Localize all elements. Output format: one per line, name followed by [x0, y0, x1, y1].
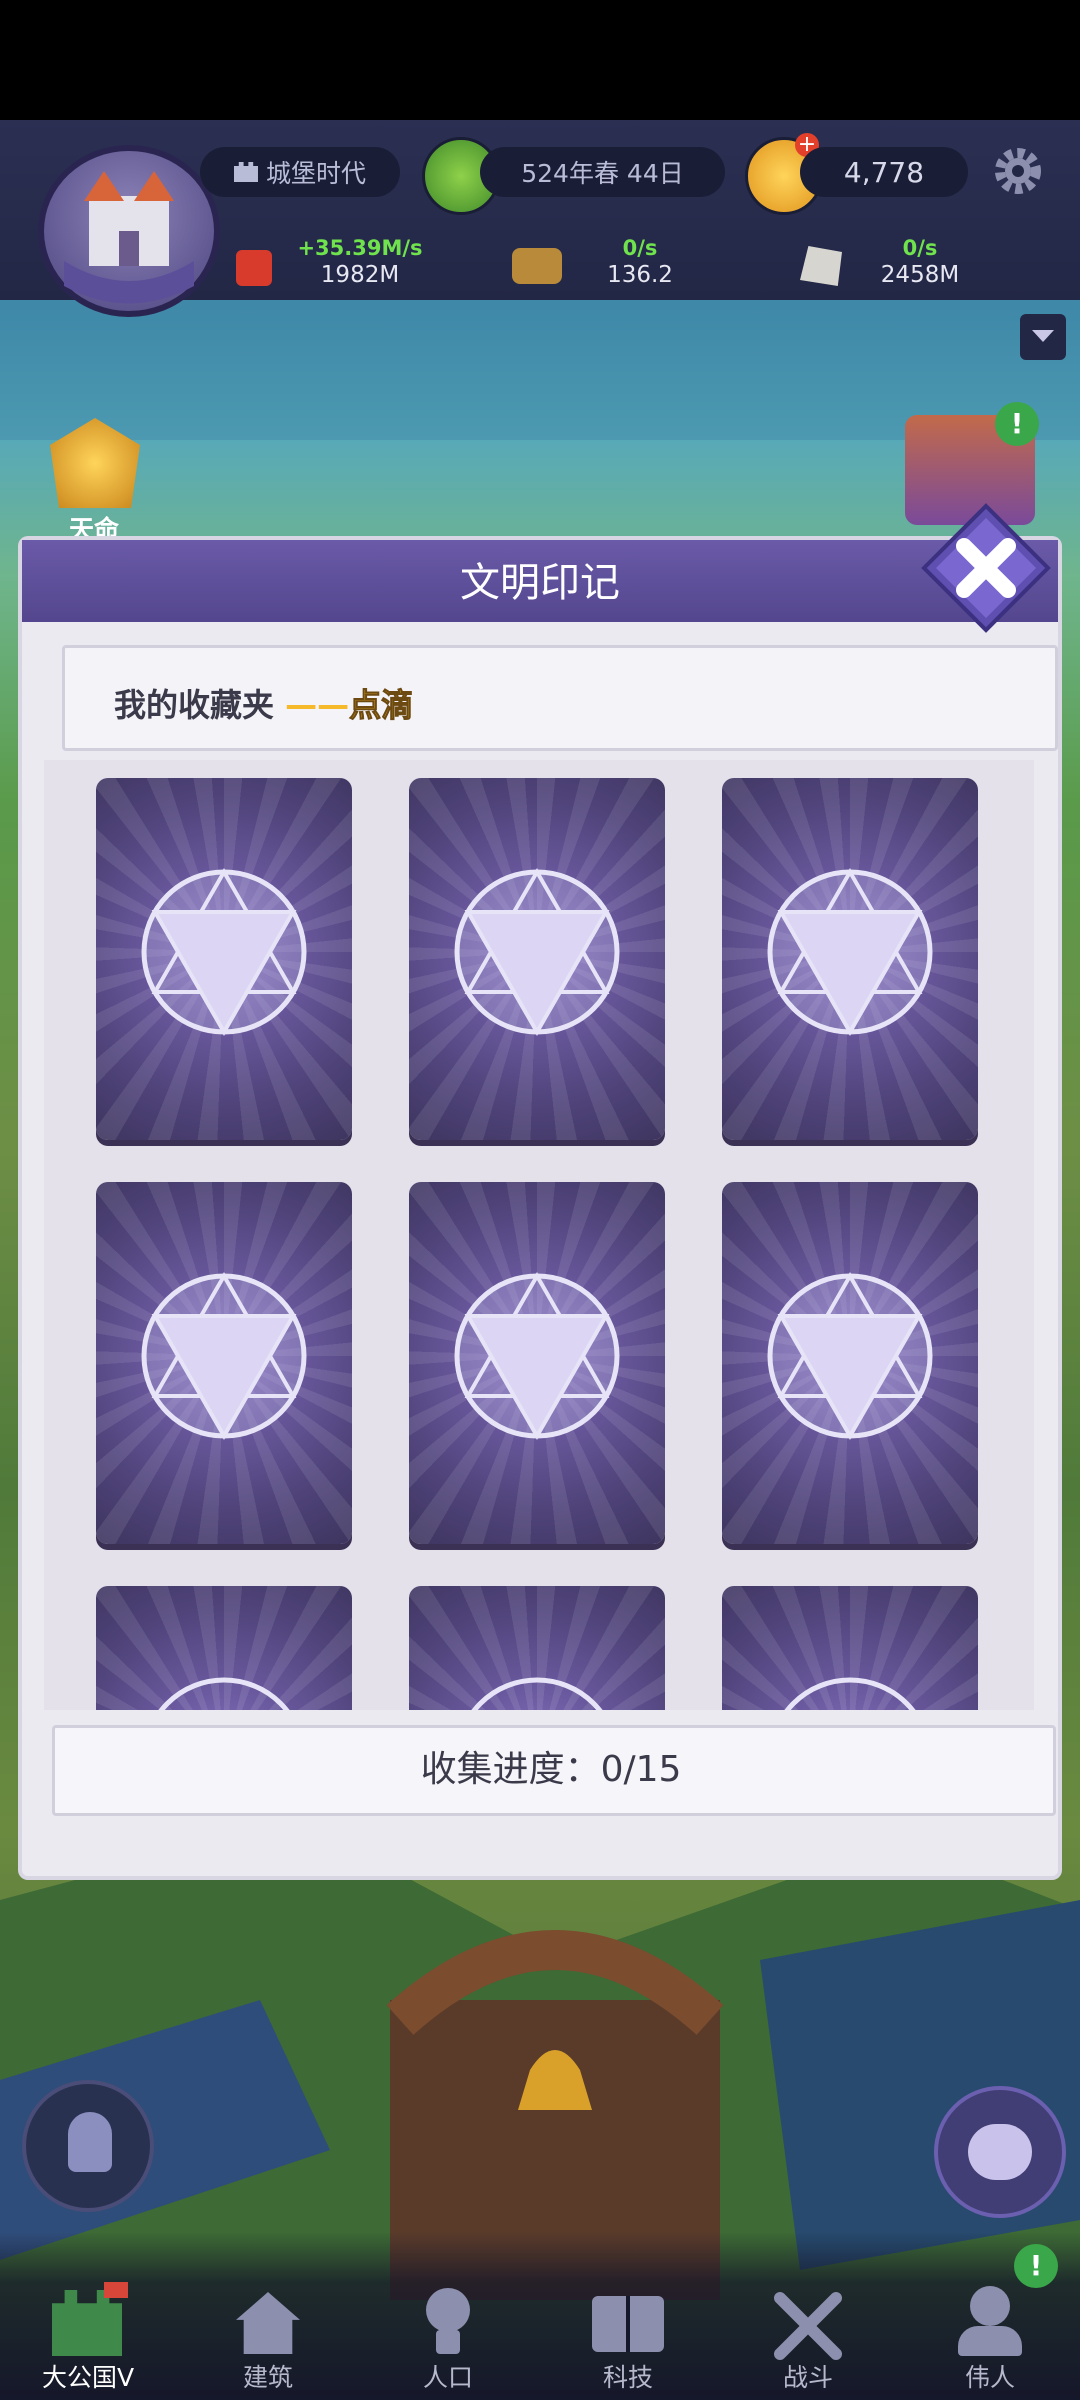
coins-pill[interactable]: 4,778 — [800, 147, 968, 197]
mark-card[interactable] — [409, 778, 665, 1140]
house-icon — [236, 2292, 300, 2354]
mark-card[interactable] — [96, 1182, 352, 1544]
resource-2-value: 136.2 — [607, 262, 673, 288]
nav-alert-badge-icon: ! — [1014, 2244, 1058, 2288]
card-grid — [44, 760, 1034, 1710]
hexagram-emblem-icon — [767, 1271, 933, 1441]
resource-2-rate: 0/s — [622, 236, 658, 260]
hexagram-emblem-icon — [784, 1677, 916, 1710]
coins-value: 4,778 — [843, 155, 925, 189]
hexagram-emblem-icon — [141, 1271, 307, 1441]
food-resource-icon — [236, 250, 272, 286]
cat-face-icon — [968, 2124, 1032, 2180]
ribbon-prefix: 我的收藏夹 — [114, 686, 275, 724]
settings-gear-icon[interactable] — [992, 145, 1044, 197]
dialog-title: 文明印记 — [460, 560, 620, 606]
bust-icon — [970, 2286, 1010, 2326]
nav-technology-label: 科技 — [602, 2363, 653, 2392]
people-icon — [68, 2112, 112, 2172]
castle-flag-icon — [104, 2282, 128, 2298]
hexagram-emblem-icon — [141, 867, 307, 1037]
mark-card[interactable] — [409, 1586, 665, 1710]
nav-population-label: 人口 — [422, 2363, 473, 2392]
collapse-toggle-button[interactable] — [1020, 314, 1066, 360]
hexagram-emblem-icon — [454, 1271, 620, 1441]
bottom-navigation — [0, 2232, 1080, 2400]
mark-card[interactable] — [409, 1182, 665, 1544]
nav-duchy-label: 大公国V — [41, 2363, 135, 2392]
nav-population[interactable]: 人口 — [378, 2282, 518, 2400]
chat-button[interactable] — [22, 2080, 154, 2212]
nav-buildings[interactable]: 建筑 — [198, 2282, 338, 2400]
hexagram-emblem-icon — [471, 1677, 603, 1710]
nav-battle-label: 战斗 — [782, 2363, 833, 2392]
castle-avatar[interactable] — [38, 145, 220, 317]
era-label: 城堡时代 — [265, 159, 366, 188]
castle-icon — [52, 2290, 122, 2356]
wood-resource-icon — [512, 248, 562, 284]
nav-duchy[interactable]: 大公国V — [18, 2282, 158, 2400]
resource-1-rate: +35.39M/s — [297, 236, 423, 260]
nav-technology[interactable]: 科技 — [558, 2282, 698, 2400]
resource-3-rate: 0/s — [902, 236, 938, 260]
collection-progress-label: 收集进度：0/15 — [420, 1749, 682, 1790]
nav-great-people[interactable]: 伟人 — [920, 2282, 1060, 2400]
ribbon-highlight: 点滴 — [349, 686, 414, 725]
nav-buildings-label: 建筑 — [242, 2363, 293, 2392]
resource-3-value: 2458M — [880, 262, 960, 288]
mark-card[interactable] — [722, 1586, 978, 1710]
mark-card[interactable] — [96, 778, 352, 1140]
chevron-down-icon — [1032, 330, 1054, 342]
tower-icon — [233, 162, 258, 182]
ribbon-heading: 我的收藏夹 ——点滴 — [114, 675, 414, 735]
alert-badge-icon: ! — [995, 402, 1039, 446]
destiny-emblem-icon — [50, 418, 140, 508]
person-icon — [426, 2288, 470, 2332]
ribbon-separator: —— — [285, 686, 350, 724]
nav-battle[interactable]: 战斗 — [738, 2282, 878, 2400]
era-pill[interactable]: 城堡时代 — [200, 147, 400, 197]
hexagram-emblem-icon — [454, 867, 620, 1037]
close-button[interactable] — [920, 502, 1052, 634]
mark-card[interactable] — [722, 1182, 978, 1544]
swords-icon — [774, 2292, 842, 2360]
hexagram-emblem-icon — [158, 1677, 290, 1710]
mark-card[interactable] — [722, 778, 978, 1140]
mark-card[interactable] — [96, 1586, 352, 1710]
date-label: 524年春 44日 — [521, 159, 684, 188]
resource-1-value: 1982M — [320, 262, 400, 288]
nav-great-people-label: 伟人 — [964, 2363, 1015, 2392]
date-pill: 524年春 44日 — [480, 147, 725, 197]
destiny-button[interactable]: 天命 — [20, 410, 168, 550]
castle-icon — [64, 171, 194, 304]
hexagram-emblem-icon — [767, 867, 933, 1037]
pet-button[interactable] — [934, 2086, 1066, 2218]
